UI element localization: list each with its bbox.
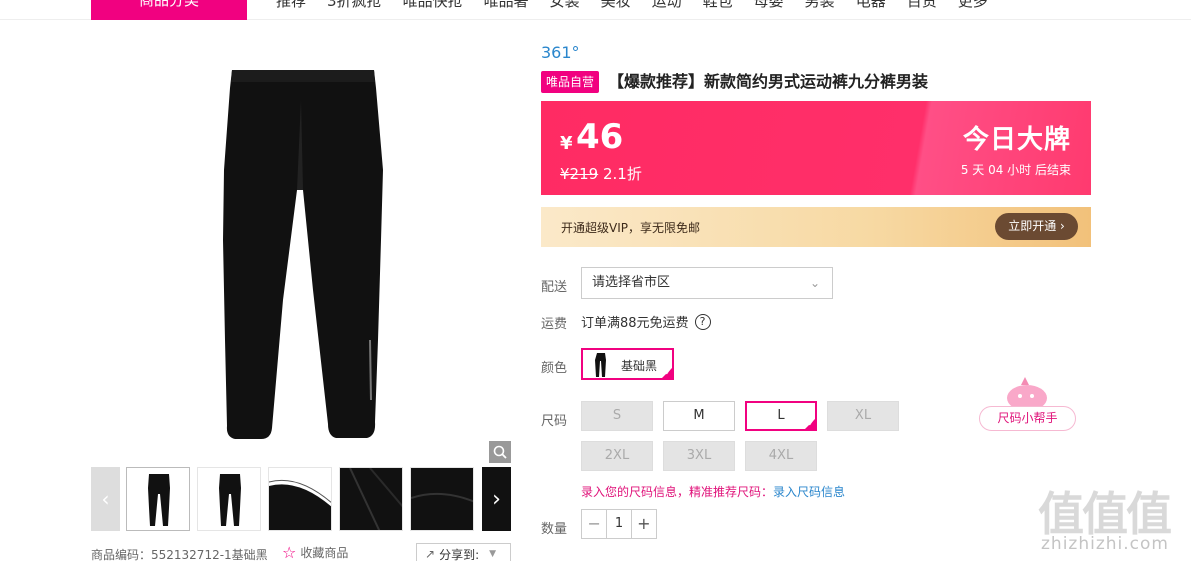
star-icon: ☆ [282, 543, 297, 561]
currency-symbol: ¥ [560, 133, 573, 154]
self-operated-tag: 唯品自营 [541, 71, 600, 93]
nav-item[interactable]: 3折疯抢 [327, 0, 382, 11]
nav-item[interactable]: 运动 [652, 0, 682, 11]
brand-link[interactable]: 361° [541, 43, 580, 62]
size-option-xl[interactable]: XL [827, 401, 899, 431]
discount: 2.1折 [602, 165, 642, 183]
category-button[interactable]: 商品分类 [91, 0, 247, 20]
chevron-down-icon: ⌄ [809, 276, 820, 290]
size-label: 尺码 [541, 414, 568, 429]
watermark-url: zhizhizhi.com [1041, 534, 1169, 554]
current-price: 46 [576, 117, 624, 157]
favorite-label: 收藏商品 [300, 546, 349, 560]
nav-item[interactable]: 更多 [958, 0, 988, 11]
help-icon[interactable]: ? [694, 313, 711, 330]
shipping-info: 订单满88元免运费 ? [581, 312, 711, 331]
quantity-input[interactable]: 1 [606, 510, 632, 538]
main-product-image[interactable] [91, 40, 511, 460]
thumbnail-strip: ‹ › [91, 467, 511, 531]
original-price: ¥219 [560, 165, 599, 183]
size-option-2xl[interactable]: 2XL [581, 441, 653, 471]
product-code: 商品编码：552132712-1基础黑 [91, 548, 268, 561]
nav-item[interactable]: 电器 [856, 0, 886, 11]
nav-list: 推荐 3折疯抢 唯品快抢 唯品奢 女装 美妆 运动 鞋包 母婴 男装 电器 百货… [276, 0, 1009, 11]
thumbnail[interactable] [410, 467, 474, 531]
vip-text: 开通超级VIP，享无限免邮 [561, 221, 700, 235]
quantity-stepper: − 1 + [581, 509, 657, 539]
vip-banner: 开通超级VIP，享无限免邮 立即开通 › [541, 207, 1091, 247]
nav-item[interactable]: 唯品奢 [484, 0, 529, 11]
share-label: 分享到: [439, 547, 480, 561]
nav-item[interactable]: 美妆 [601, 0, 631, 11]
nav-item[interactable]: 男装 [805, 0, 835, 11]
nav-item[interactable]: 推荐 [276, 0, 306, 11]
delivery-label: 配送 [541, 280, 568, 295]
thumbnail[interactable] [268, 467, 332, 531]
mascot-icon [1007, 377, 1047, 411]
color-option[interactable]: 基础黑 ✓ [581, 348, 674, 380]
vip-open-button[interactable]: 立即开通 › [995, 213, 1078, 240]
nav-item[interactable]: 女装 [550, 0, 580, 11]
size-option-m[interactable]: M [663, 401, 735, 431]
product-title: 【爆款推荐】新款简约男式运动裤九分裤男装 [608, 72, 929, 91]
thumbnail[interactable] [197, 467, 261, 531]
original-price-row: ¥219 2.1折 [560, 163, 642, 184]
quantity-label: 数量 [541, 522, 568, 537]
color-option-label: 基础黑 [621, 359, 658, 373]
chevron-down-icon: ▼ [489, 549, 497, 559]
quantity-minus-button[interactable]: − [582, 510, 606, 538]
size-option-4xl[interactable]: 4XL [745, 441, 817, 471]
quantity-plus-button[interactable]: + [632, 510, 656, 538]
nav-item[interactable]: 母婴 [754, 0, 784, 11]
zoom-icon[interactable] [489, 441, 511, 463]
region-select-value: 请选择省市区 [592, 275, 671, 290]
color-swatch-image [595, 353, 606, 377]
top-nav: 商品分类 推荐 3折疯抢 唯品快抢 唯品奢 女装 美妆 运动 鞋包 母婴 男装 … [0, 0, 1191, 20]
size-tip: 录入您的尺码信息，精准推荐尺码：录入尺码信息 [581, 483, 845, 500]
check-icon: ✓ [664, 368, 672, 378]
check-icon: ✓ [807, 419, 815, 429]
thumb-next-button[interactable]: › [482, 467, 511, 531]
share-button[interactable]: ↗ 分享到: ▼ [416, 543, 511, 561]
size-helper-label: 尺码小帮手 [979, 406, 1076, 431]
size-tip-text: 录入您的尺码信息，精准推荐尺码： [581, 485, 774, 499]
size-helper[interactable]: 尺码小帮手 [979, 376, 1076, 432]
countdown: 5 天 04 小时 后结束 [960, 163, 1071, 177]
thumbnail[interactable] [126, 467, 190, 531]
thumbnail[interactable] [339, 467, 403, 531]
watermark: 值值值 zhizhizhi.com [1038, 478, 1188, 560]
size-option-3xl[interactable]: 3XL [663, 441, 735, 471]
size-option-s[interactable]: S [581, 401, 653, 431]
region-select[interactable]: 请选择省市区 ⌄ [581, 267, 833, 299]
share-icon: ↗ [425, 547, 436, 561]
nav-item[interactable]: 鞋包 [703, 0, 733, 11]
nav-item[interactable]: 百货 [907, 0, 937, 11]
size-tip-link[interactable]: 录入尺码信息 [773, 485, 845, 499]
shipping-text: 订单满88元免运费 [581, 316, 689, 331]
size-option-l[interactable]: L ✓ [745, 401, 817, 431]
price-box: ¥ 46 ¥219 2.1折 今日大牌 5 天 04 小时 后结束 [541, 101, 1091, 195]
favorite-button[interactable]: ☆ 收藏商品 [282, 543, 348, 561]
size-option-l-label: L [777, 408, 785, 423]
thumb-prev-button[interactable]: ‹ [91, 467, 120, 531]
event-label: 今日大牌 [962, 125, 1071, 155]
color-label: 颜色 [541, 361, 568, 376]
nav-item[interactable]: 唯品快抢 [403, 0, 463, 11]
shipping-label: 运费 [541, 317, 568, 332]
